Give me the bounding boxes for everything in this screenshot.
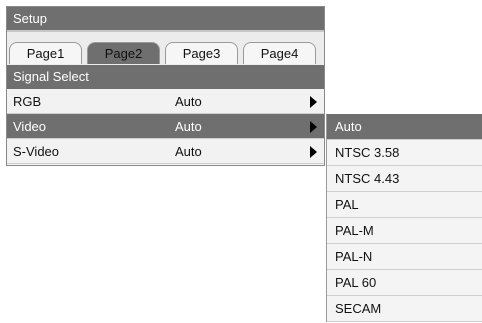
submenu-option-auto[interactable]: Auto bbox=[327, 114, 482, 140]
tab-page3[interactable]: Page3 bbox=[165, 42, 238, 64]
tab-page2[interactable]: Page2 bbox=[87, 42, 160, 64]
row-video[interactable]: Video Auto bbox=[7, 114, 324, 139]
tab-bar: Page1 Page2 Page3 Page4 bbox=[7, 32, 324, 65]
triangle-right-icon[interactable] bbox=[310, 96, 317, 108]
row-value: Auto bbox=[175, 94, 202, 109]
row-rgb[interactable]: RGB Auto bbox=[7, 89, 324, 114]
tab-page1[interactable]: Page1 bbox=[9, 42, 82, 64]
row-value: Auto bbox=[175, 119, 202, 134]
tab-page4[interactable]: Page4 bbox=[243, 42, 316, 64]
submenu-option-pal[interactable]: PAL bbox=[327, 192, 482, 218]
section-signal-select: Signal Select bbox=[7, 65, 324, 89]
triangle-right-icon[interactable] bbox=[310, 121, 317, 133]
row-label: RGB bbox=[13, 94, 42, 109]
row-label: Video bbox=[13, 119, 47, 134]
window-title: Setup bbox=[7, 7, 324, 32]
row-s-video[interactable]: S-Video Auto bbox=[7, 139, 324, 164]
video-signal-submenu: Auto NTSC 3.58 NTSC 4.43 PAL PAL-M PAL-N… bbox=[326, 114, 482, 322]
triangle-right-icon[interactable] bbox=[310, 146, 317, 158]
setup-panel: Setup Page1 Page2 Page3 Page4 Signal Sel… bbox=[6, 6, 325, 166]
submenu-option-pal-m[interactable]: PAL-M bbox=[327, 218, 482, 244]
submenu-option-ntsc-358[interactable]: NTSC 3.58 bbox=[327, 140, 482, 166]
row-value: Auto bbox=[175, 144, 202, 159]
submenu-option-pal-60[interactable]: PAL 60 bbox=[327, 270, 482, 296]
row-label: S-Video bbox=[13, 144, 60, 159]
submenu-option-secam[interactable]: SECAM bbox=[327, 296, 482, 322]
submenu-option-ntsc-443[interactable]: NTSC 4.43 bbox=[327, 166, 482, 192]
submenu-option-pal-n[interactable]: PAL-N bbox=[327, 244, 482, 270]
